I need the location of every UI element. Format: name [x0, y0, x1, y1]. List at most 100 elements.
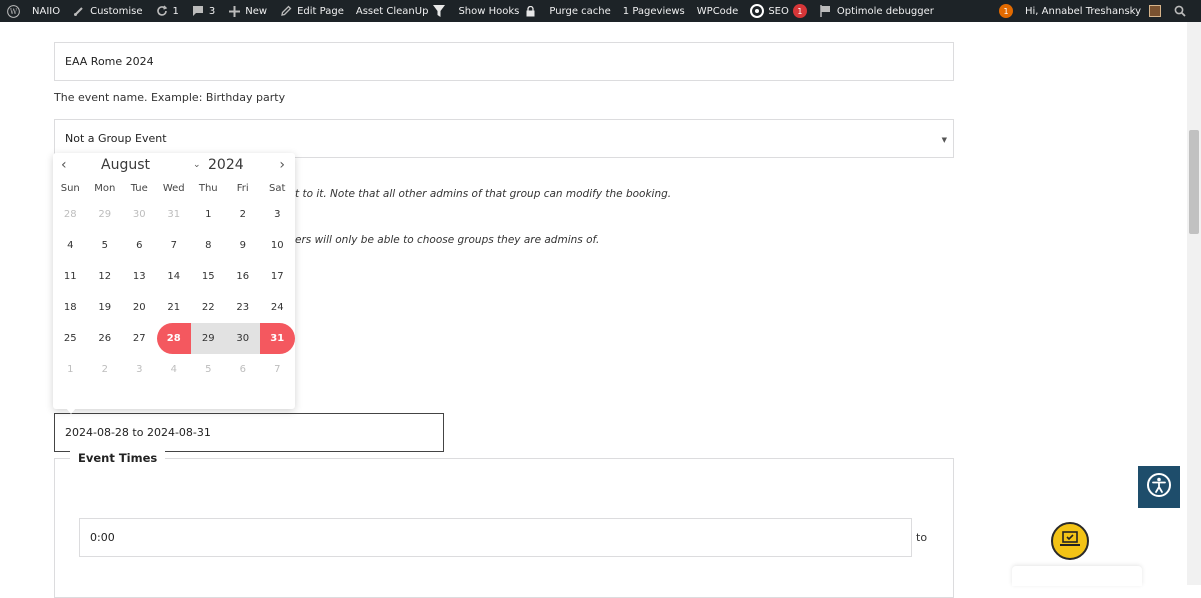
calendar-day[interactable]: 29 — [191, 323, 226, 354]
start-time-value: 0:00 — [90, 531, 115, 544]
calendar-day[interactable]: 7 — [157, 230, 192, 261]
calendar-day[interactable]: 4 — [53, 230, 88, 261]
group-select-value: Not a Group Event — [65, 132, 167, 145]
comment-icon — [191, 4, 205, 18]
calendar-day[interactable]: 25 — [53, 323, 88, 354]
updates-count: 1 — [172, 5, 179, 17]
calendar-day[interactable]: 27 — [122, 323, 157, 354]
calendar-day[interactable]: 22 — [191, 292, 226, 323]
comments-link[interactable]: 3 — [185, 0, 221, 22]
prev-month-button[interactable]: ‹ — [61, 157, 67, 173]
date-picker-pointer — [66, 408, 76, 414]
pencil-icon — [279, 4, 293, 18]
show-hooks-label: Show Hooks — [458, 5, 520, 17]
calendar-day[interactable]: 5 — [191, 354, 226, 385]
purge-cache-label: Purge cache — [549, 5, 611, 17]
admin-bar: W NAIIO Customise 1 3 New Edit Page Asse — [0, 0, 1201, 22]
edit-page-link[interactable]: Edit Page — [273, 0, 350, 22]
new-content-link[interactable]: New — [221, 0, 273, 22]
wpcode-icon — [750, 4, 765, 18]
notifications-link[interactable]: 1 — [993, 0, 1019, 22]
calendar-day[interactable]: 28 — [53, 199, 88, 230]
seo-badge: 1 — [792, 4, 807, 18]
calendar-day[interactable]: 1 — [53, 354, 88, 385]
calendar-day[interactable]: 31 — [157, 199, 192, 230]
calendar-day[interactable]: 4 — [157, 354, 192, 385]
chevron-down-icon: ⌄ — [193, 160, 201, 170]
calendar-day[interactable]: 18 — [53, 292, 88, 323]
plus-icon — [227, 4, 241, 18]
to-label: to — [916, 531, 928, 544]
year-input[interactable]: 2024 — [208, 157, 244, 173]
event-name-help: The event name. Example: Birthday party — [54, 91, 286, 104]
event-name-input[interactable]: EAA Rome 2024 — [54, 42, 954, 81]
calendar-day[interactable]: 3 — [122, 354, 157, 385]
calendar-day[interactable]: 24 — [260, 292, 295, 323]
brush-icon — [72, 4, 86, 18]
calendar-day[interactable]: 10 — [260, 230, 295, 261]
optimole-debugger-link[interactable]: Optimole debugger — [813, 0, 940, 22]
calendar-day[interactable]: 30 — [225, 323, 260, 354]
seo-link[interactable]: SEO 1 — [744, 0, 813, 22]
show-hooks-link[interactable]: Show Hooks — [452, 0, 543, 22]
calendar-day[interactable]: 9 — [226, 230, 261, 261]
calendar-day[interactable]: 14 — [157, 261, 192, 292]
asset-cleanup-link[interactable]: Asset CleanUp — [350, 0, 453, 22]
weekday-label: Thu — [198, 183, 218, 194]
calendar-day[interactable]: 12 — [88, 261, 123, 292]
calendar-day[interactable]: 6 — [226, 354, 261, 385]
site-name-label: NAIIO — [32, 5, 61, 17]
my-account-link[interactable]: Hi, Annabel Treshansky — [1019, 0, 1167, 22]
calendar-day[interactable]: 28 — [156, 323, 191, 354]
calendar-day[interactable]: 31 — [260, 323, 295, 354]
calendar-day[interactable]: 1 — [191, 199, 226, 230]
calendar-day[interactable]: 29 — [88, 199, 123, 230]
page-scrollbar[interactable] — [1187, 22, 1201, 585]
calendar-day[interactable]: 15 — [191, 261, 226, 292]
pageviews-link[interactable]: 1 Pageviews — [617, 0, 691, 22]
svg-text:W: W — [9, 7, 17, 16]
calendar-day[interactable]: 7 — [260, 354, 295, 385]
calendar-day[interactable]: 6 — [122, 230, 157, 261]
accessibility-button[interactable] — [1138, 466, 1180, 508]
accessibility-icon — [1146, 472, 1172, 502]
calendar-day[interactable]: 2 — [88, 354, 123, 385]
seo-label: SEO — [768, 5, 789, 17]
month-select[interactable]: August — [101, 157, 150, 173]
feedback-button[interactable] — [1051, 522, 1089, 560]
optimole-label: Optimole debugger — [836, 5, 934, 17]
lock-icon — [523, 4, 537, 18]
edit-page-label: Edit Page — [297, 5, 344, 17]
calendar-day[interactable]: 16 — [226, 261, 261, 292]
weekday-label: Tue — [130, 183, 148, 194]
calendar-day[interactable]: 5 — [88, 230, 123, 261]
calendar-day[interactable]: 13 — [122, 261, 157, 292]
calendar-day[interactable]: 17 — [260, 261, 295, 292]
calendar-day[interactable]: 3 — [260, 199, 295, 230]
scrollbar-thumb[interactable] — [1189, 130, 1199, 234]
wpcode-link[interactable]: WPCode — [691, 0, 745, 22]
calendar-day[interactable]: 30 — [122, 199, 157, 230]
calendar-day[interactable]: 2 — [226, 199, 261, 230]
calendar-day[interactable]: 20 — [122, 292, 157, 323]
next-month-button[interactable]: › — [279, 157, 285, 173]
calendar-day[interactable]: 23 — [226, 292, 261, 323]
wp-logo-button[interactable]: W — [0, 0, 26, 22]
calendar-day[interactable]: 19 — [88, 292, 123, 323]
site-name-link[interactable]: NAIIO — [26, 0, 66, 22]
updates-link[interactable]: 1 — [149, 0, 185, 22]
search-button[interactable] — [1167, 0, 1201, 22]
chat-tab[interactable] — [1012, 566, 1142, 586]
chevron-down-icon: ▼ — [941, 135, 947, 144]
calendar-day[interactable]: 8 — [191, 230, 226, 261]
calendar-day[interactable]: 11 — [53, 261, 88, 292]
customise-label: Customise — [90, 5, 143, 17]
calendar-day[interactable]: 26 — [88, 323, 123, 354]
calendar-day[interactable]: 21 — [157, 292, 192, 323]
group-help-2: ers will only be able to choose groups t… — [295, 234, 600, 246]
date-range-input[interactable]: 2024-08-28 to 2024-08-31 — [54, 413, 444, 452]
customise-link[interactable]: Customise — [66, 0, 148, 22]
event-times-legend: Event Times — [70, 451, 166, 465]
start-time-input[interactable]: 0:00 — [79, 518, 912, 557]
purge-cache-link[interactable]: Purge cache — [543, 0, 616, 22]
